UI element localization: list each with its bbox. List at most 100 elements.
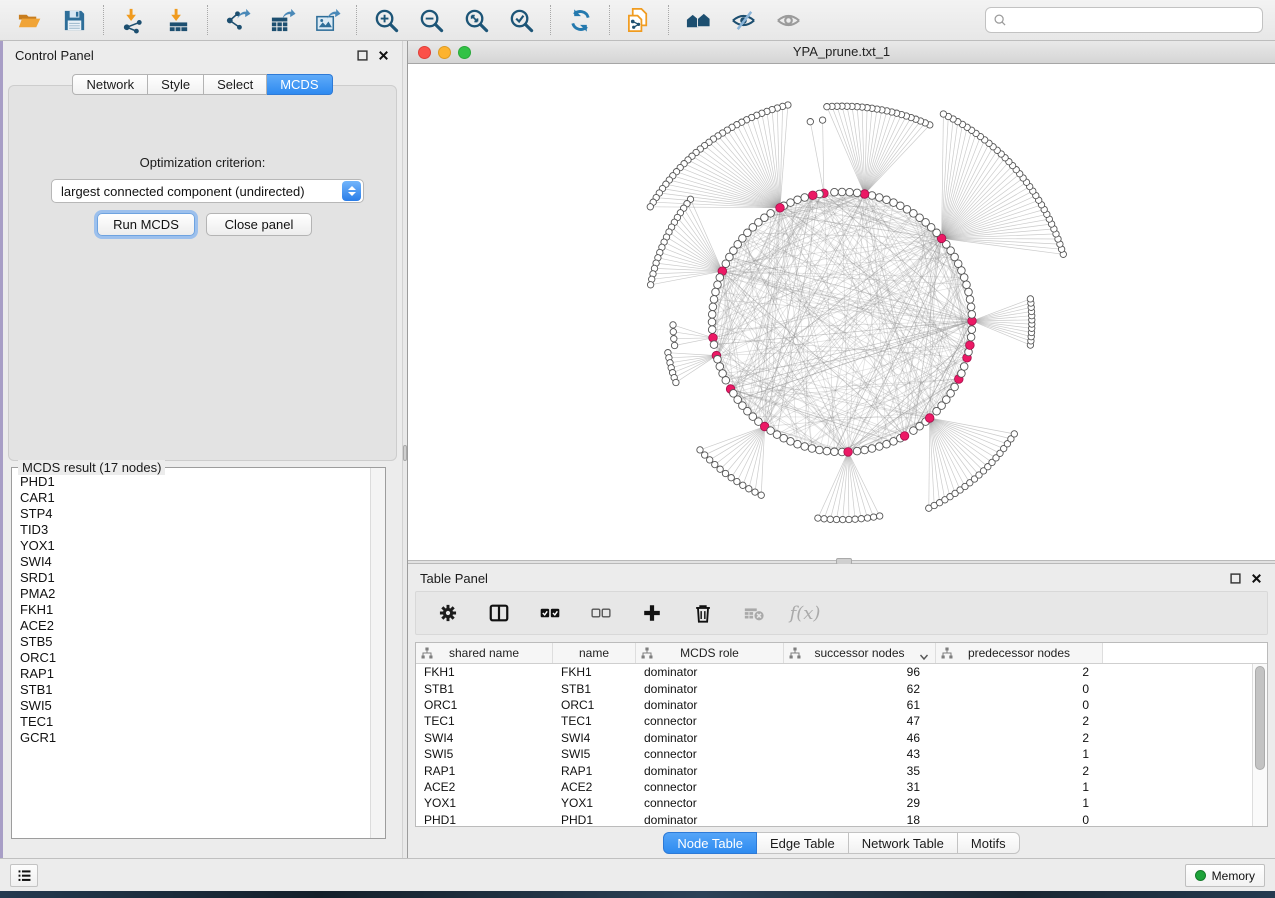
mcds-result-item[interactable]: TEC1 xyxy=(13,714,369,730)
save-session-icon[interactable] xyxy=(59,5,89,35)
cell: TEC1 xyxy=(553,714,636,728)
table-tabs: Node TableEdge TableNetwork TableMotifs xyxy=(408,832,1275,854)
table-row[interactable]: YOX1YOX1connector291 xyxy=(416,795,1252,811)
criterion-dropdown[interactable]: largest connected component (undirected) xyxy=(51,179,364,203)
export-image-icon[interactable] xyxy=(312,5,342,35)
optimization-criterion-label: Optimization criterion: xyxy=(9,155,396,170)
tab-edge-table[interactable]: Edge Table xyxy=(757,832,849,854)
table-row[interactable]: ACE2ACE2connector311 xyxy=(416,779,1252,795)
memory-button[interactable]: Memory xyxy=(1185,864,1265,887)
column-header-shared-name[interactable]: shared name xyxy=(416,643,553,663)
mcds-result-scrollbar[interactable] xyxy=(370,468,385,838)
table-scrollbar[interactable] xyxy=(1252,664,1267,826)
delete-column-icon[interactable] xyxy=(691,601,715,625)
tab-motifs[interactable]: Motifs xyxy=(958,832,1020,854)
mcds-result-item[interactable]: STB1 xyxy=(13,682,369,698)
table-row[interactable]: TEC1TEC1connector472 xyxy=(416,713,1252,729)
run-mcds-button[interactable]: Run MCDS xyxy=(97,213,195,236)
memory-label: Memory xyxy=(1212,869,1255,883)
table-row[interactable]: SWI5SWI5connector431 xyxy=(416,746,1252,762)
table-header-row: shared namename MCDS role successor nodesp… xyxy=(416,643,1267,664)
first-neighbors-icon[interactable] xyxy=(683,5,713,35)
tab-network[interactable]: Network xyxy=(72,74,148,95)
zoom-fit-icon[interactable] xyxy=(461,5,491,35)
cell: ORC1 xyxy=(416,698,553,712)
mcds-result-item[interactable]: SRD1 xyxy=(13,570,369,586)
float-panel-icon[interactable] xyxy=(1228,571,1242,585)
control-panel: Control Panel Optimization criterion: la… xyxy=(3,41,402,858)
zoom-in-icon[interactable] xyxy=(371,5,401,35)
column-header-successor-nodes[interactable]: successor nodes xyxy=(784,643,936,663)
import-table-icon[interactable] xyxy=(163,5,193,35)
splitter-grip[interactable] xyxy=(403,445,407,461)
network-titlebar[interactable]: YPA_prune.txt_1 xyxy=(408,41,1275,64)
add-column-icon[interactable] xyxy=(640,601,664,625)
cell: 2 xyxy=(936,731,1103,745)
show-columns-icon[interactable] xyxy=(487,601,511,625)
table-row[interactable]: ORC1ORC1dominator610 xyxy=(416,697,1252,713)
toolbar-group xyxy=(0,5,104,35)
mcds-result-item[interactable]: SWI5 xyxy=(13,698,369,714)
memory-status-icon xyxy=(1195,870,1206,881)
close-panel-icon[interactable] xyxy=(1249,571,1263,585)
table-settings-icon[interactable] xyxy=(436,601,460,625)
table-row[interactable]: RAP1RAP1dominator352 xyxy=(416,762,1252,778)
tab-select[interactable]: Select xyxy=(204,74,267,95)
column-header-predecessor-nodes[interactable]: predecessor nodes xyxy=(936,643,1103,663)
table-row[interactable]: FKH1FKH1dominator962 xyxy=(416,664,1252,680)
import-network-icon[interactable] xyxy=(118,5,148,35)
mcds-result-item[interactable]: PMA2 xyxy=(13,586,369,602)
list-icon xyxy=(16,867,33,884)
mcds-result-item[interactable]: GCR1 xyxy=(13,730,369,746)
cell: RAP1 xyxy=(553,764,636,778)
search-input[interactable] xyxy=(1012,13,1255,28)
network-title: YPA_prune.txt_1 xyxy=(408,41,1275,63)
mcds-result-item[interactable]: FKH1 xyxy=(13,602,369,618)
new-network-from-selection-icon[interactable] xyxy=(624,5,654,35)
refresh-layout-icon[interactable] xyxy=(565,5,595,35)
mcds-result-item[interactable]: SWI4 xyxy=(13,554,369,570)
show-all-icon[interactable] xyxy=(773,5,803,35)
float-panel-icon[interactable] xyxy=(355,48,369,62)
mcds-result-item[interactable]: RAP1 xyxy=(13,666,369,682)
search-box[interactable] xyxy=(985,7,1263,33)
tab-mcds[interactable]: MCDS xyxy=(267,74,332,95)
export-table-icon[interactable] xyxy=(267,5,297,35)
tab-node-table[interactable]: Node Table xyxy=(663,832,757,854)
hide-selected-icon[interactable] xyxy=(728,5,758,35)
zoom-selected-icon[interactable] xyxy=(506,5,536,35)
mcds-result-item[interactable]: ACE2 xyxy=(13,618,369,634)
close-panel-icon[interactable] xyxy=(376,48,390,62)
cell: 31 xyxy=(784,780,936,794)
tab-style[interactable]: Style xyxy=(148,74,204,95)
cell: 47 xyxy=(784,714,936,728)
scrollbar-thumb[interactable] xyxy=(1255,666,1265,770)
mcds-result-box: MCDS result (17 nodes) PHD1CAR1STP4TID3Y… xyxy=(11,467,386,839)
mcds-result-item[interactable]: TID3 xyxy=(13,522,369,538)
column-header-name[interactable]: name xyxy=(553,643,636,663)
sort-descending-icon xyxy=(919,650,929,658)
column-label: MCDS role xyxy=(680,646,739,660)
search-icon xyxy=(993,13,1007,27)
table-row[interactable]: STB1STB1dominator620 xyxy=(416,680,1252,696)
cell: dominator xyxy=(636,682,784,696)
mcds-result-item[interactable]: STB5 xyxy=(13,634,369,650)
table-row[interactable]: SWI4SWI4dominator462 xyxy=(416,730,1252,746)
task-history-button[interactable] xyxy=(10,864,38,887)
deselect-all-icon[interactable] xyxy=(589,601,613,625)
mcds-result-item[interactable]: YOX1 xyxy=(13,538,369,554)
tab-network-table[interactable]: Network Table xyxy=(849,832,958,854)
zoom-out-icon[interactable] xyxy=(416,5,446,35)
mcds-result-item[interactable]: CAR1 xyxy=(13,490,369,506)
cell: ACE2 xyxy=(416,780,553,794)
open-file-icon[interactable] xyxy=(14,5,44,35)
mcds-result-item[interactable]: PHD1 xyxy=(13,474,369,490)
table-row[interactable]: PHD1PHD1dominator180 xyxy=(416,812,1252,826)
mcds-result-item[interactable]: ORC1 xyxy=(13,650,369,666)
mcds-result-item[interactable]: STP4 xyxy=(13,506,369,522)
export-network-icon[interactable] xyxy=(222,5,252,35)
close-panel-button[interactable]: Close panel xyxy=(206,213,312,236)
column-header-MCDS-role[interactable]: MCDS role xyxy=(636,643,784,663)
network-canvas[interactable] xyxy=(408,64,1275,560)
select-all-icon[interactable] xyxy=(538,601,562,625)
